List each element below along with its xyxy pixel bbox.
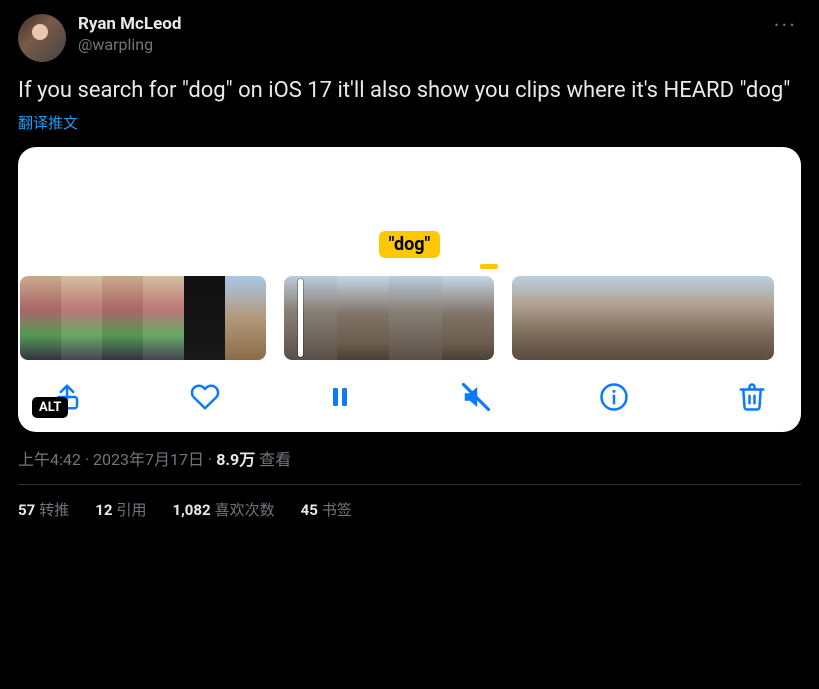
clip-frame bbox=[102, 276, 143, 360]
quotes-stat[interactable]: 12引用 bbox=[95, 499, 146, 520]
clip-frame bbox=[337, 276, 390, 360]
media-card[interactable]: "dog" bbox=[18, 147, 801, 432]
media-blank-area bbox=[18, 147, 801, 231]
clip-frame bbox=[643, 276, 687, 360]
likes-count: 1,082 bbox=[172, 501, 210, 519]
quotes-label: 引用 bbox=[116, 501, 146, 519]
tweet-text: If you search for "dog" on iOS 17 it'll … bbox=[18, 76, 801, 106]
clip-frame bbox=[442, 276, 495, 360]
views-count: 8.9万 bbox=[216, 450, 255, 469]
divider bbox=[18, 484, 801, 485]
clip-frame bbox=[730, 276, 774, 360]
bookmarks-count: 45 bbox=[301, 501, 318, 519]
bookmarks-label: 书签 bbox=[322, 501, 352, 519]
tweet-header: Ryan McLeod @warpling ··· bbox=[18, 14, 801, 62]
author-names[interactable]: Ryan McLeod @warpling bbox=[78, 14, 758, 55]
clip-frame bbox=[389, 276, 442, 360]
media-toolbar bbox=[18, 362, 801, 418]
trash-icon[interactable] bbox=[737, 382, 767, 412]
clip-frame bbox=[284, 276, 337, 360]
likes-stat[interactable]: 1,082 喜欢次数 bbox=[172, 499, 274, 520]
stats-row: 57转推 12引用 1,082 喜欢次数 45书签 bbox=[18, 499, 801, 520]
retweets-count: 57 bbox=[18, 501, 35, 519]
highlight-tag-row: "dog" bbox=[18, 231, 801, 264]
clip-frame bbox=[687, 276, 731, 360]
translate-link[interactable]: 翻译推文 bbox=[18, 112, 801, 133]
mute-icon[interactable] bbox=[461, 382, 491, 412]
clip-2[interactable] bbox=[284, 276, 494, 360]
meta-line: 上午4:42·2023年7月17日·8.9万 查看 bbox=[18, 446, 801, 470]
playhead[interactable] bbox=[298, 279, 303, 357]
avatar[interactable] bbox=[18, 14, 66, 62]
quotes-count: 12 bbox=[95, 501, 112, 519]
views-label: 查看 bbox=[259, 450, 291, 469]
info-icon[interactable] bbox=[599, 382, 629, 412]
clip-frame bbox=[20, 276, 61, 360]
alt-badge[interactable]: ALT bbox=[32, 397, 68, 418]
pause-icon[interactable] bbox=[328, 383, 352, 411]
clip-3[interactable] bbox=[512, 276, 774, 360]
highlight-marker bbox=[480, 264, 498, 269]
likes-label: 喜欢次数 bbox=[215, 501, 275, 519]
timeline-strip[interactable] bbox=[18, 274, 801, 362]
clip-frame bbox=[599, 276, 643, 360]
clip-frame bbox=[184, 276, 225, 360]
heart-icon[interactable] bbox=[190, 382, 220, 412]
clip-frame bbox=[556, 276, 600, 360]
tweet-time[interactable]: 上午4:42 bbox=[18, 450, 81, 469]
clip-frame bbox=[61, 276, 102, 360]
more-icon[interactable]: ··· bbox=[770, 14, 801, 39]
clip-frame bbox=[143, 276, 184, 360]
handle: @warpling bbox=[78, 35, 758, 55]
retweets-stat[interactable]: 57转推 bbox=[18, 499, 69, 520]
retweets-label: 转推 bbox=[39, 501, 69, 519]
clip-1[interactable] bbox=[20, 276, 266, 360]
clip-frame bbox=[512, 276, 556, 360]
highlight-tag: "dog" bbox=[379, 231, 441, 258]
bookmarks-stat[interactable]: 45书签 bbox=[301, 499, 352, 520]
clip-frame bbox=[225, 276, 266, 360]
display-name: Ryan McLeod bbox=[78, 14, 758, 35]
marker-row bbox=[18, 264, 801, 274]
tweet-date[interactable]: 2023年7月17日 bbox=[93, 450, 204, 469]
tweet: Ryan McLeod @warpling ··· If you search … bbox=[18, 14, 801, 520]
